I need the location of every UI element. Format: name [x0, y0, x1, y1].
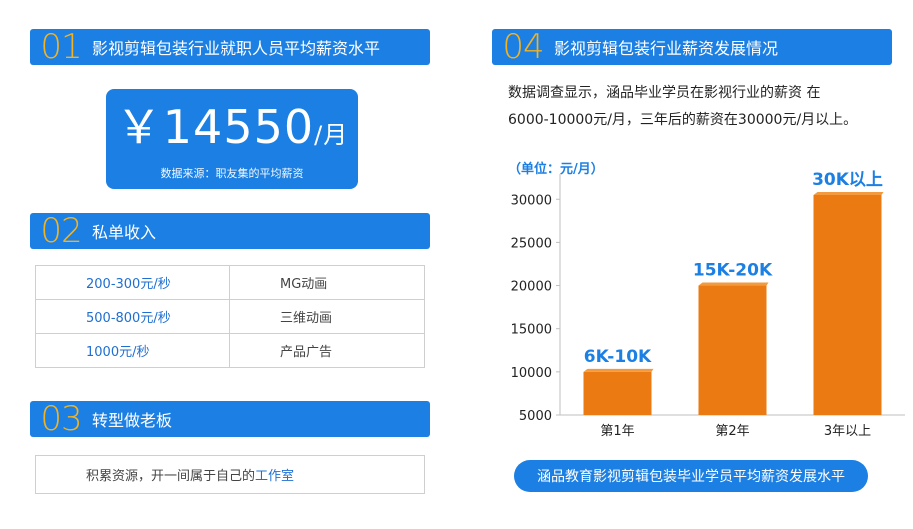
section-number: 01	[40, 27, 82, 67]
section-number: 04	[502, 27, 544, 67]
table-row: 200-300元/秒 MG动画	[35, 265, 425, 300]
section-header-02: 02 私单收入	[30, 213, 430, 249]
section-number: 02	[40, 211, 82, 251]
private-income-table: 200-300元/秒 MG动画 500-800元/秒 三维动画 1000元/秒 …	[35, 265, 425, 368]
category-cell: MG动画	[229, 265, 425, 300]
bar	[698, 285, 767, 415]
price-cell: 500-800元/秒	[35, 299, 230, 334]
x-axis-labels: 第1年 第2年 3年以上	[600, 424, 871, 439]
section-title: 影视剪辑包装行业就职人员平均薪资水平	[92, 39, 381, 58]
chart-caption: 涵品教育影视剪辑包装毕业学员平均薪资发展水平	[514, 460, 868, 492]
average-salary-box: ￥14550/月 数据来源：职友集的平均薪资	[106, 89, 358, 189]
section-header-01: 01 影视剪辑包装行业就职人员平均薪资水平	[30, 29, 430, 65]
intro-line-1: 数据调查显示，涵品毕业学员在影视行业的薪资 在	[508, 85, 821, 101]
transform-text: 积累资源，开一间属于自己的	[86, 469, 256, 484]
y-tick-label: 10000	[511, 366, 552, 381]
transform-highlight: 工作室	[255, 469, 295, 484]
bar-top-bevel	[698, 282, 769, 286]
chart-bars	[583, 191, 884, 415]
bar	[813, 194, 882, 415]
bar-top-bevel	[583, 368, 654, 372]
salary-amount: ￥14550/月	[106, 99, 358, 163]
bar-top-bevel	[813, 191, 884, 195]
salary-source: 数据来源：职友集的平均薪资	[160, 167, 304, 180]
y-tick-label: 5000	[519, 409, 552, 424]
salary-value: ￥14550	[115, 100, 315, 154]
salary-unit: /月	[314, 121, 349, 149]
transform-box: 积累资源，开一间属于自己的 工作室	[35, 455, 425, 494]
intro-text: 数据调查显示，涵品毕业学员在影视行业的薪资 在 6000-10000元/月，三年…	[508, 80, 888, 134]
x-tick-label: 第1年	[600, 424, 634, 439]
salary-growth-chart: （单位：元/月） 5000 10000 15000 20000 25000 30000 6…	[508, 161, 905, 439]
price-cell: 1000元/秒	[35, 333, 230, 368]
section-header-04: 04 影视剪辑包装行业薪资发展情况	[492, 29, 892, 65]
data-label: 15K-20K	[693, 261, 773, 281]
section-title: 影视剪辑包装行业薪资发展情况	[554, 39, 779, 58]
price-cell: 200-300元/秒	[35, 265, 230, 300]
y-tick-label: 30000	[511, 193, 552, 208]
table-row: 500-800元/秒 三维动画	[35, 299, 425, 334]
data-label: 30K以上	[812, 170, 883, 190]
data-label: 6K-10K	[584, 347, 652, 367]
section-title: 转型做老板	[92, 411, 173, 430]
x-tick-label: 3年以上	[824, 424, 871, 439]
section-number: 03	[40, 399, 82, 439]
x-tick-label: 第2年	[715, 424, 749, 439]
table-row: 1000元/秒 产品广告	[35, 333, 425, 368]
category-cell: 三维动画	[229, 299, 425, 334]
y-axis-ticks: 5000 10000 15000 20000 25000 30000	[511, 193, 560, 424]
y-tick-label: 15000	[511, 323, 552, 338]
chart-unit-label: （单位：元/月）	[508, 161, 604, 177]
section-title: 私单收入	[92, 223, 157, 242]
y-tick-label: 25000	[511, 236, 552, 251]
y-tick-label: 20000	[511, 280, 552, 295]
intro-line-2: 6000-10000元/月，三年后的薪资在30000元/月以上。	[508, 112, 858, 128]
bar	[583, 371, 652, 415]
section-header-03: 03 转型做老板	[30, 401, 430, 437]
category-cell: 产品广告	[229, 333, 425, 368]
